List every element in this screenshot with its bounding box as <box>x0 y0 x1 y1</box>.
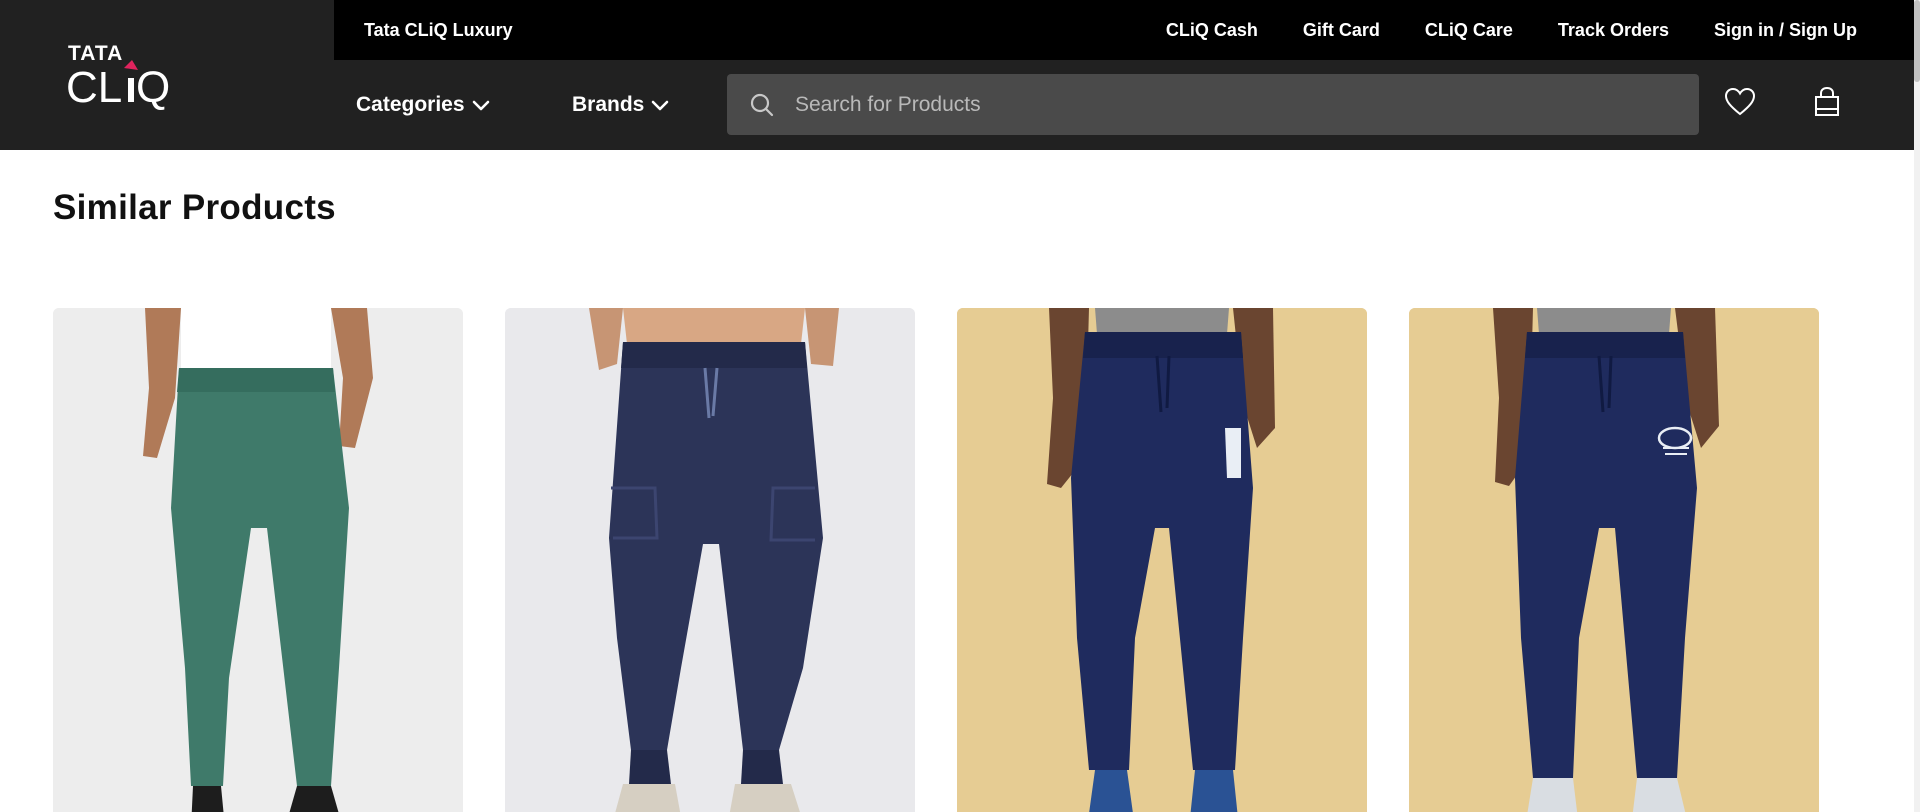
main-nav: Categories Brands <box>334 60 1914 150</box>
svg-text:TATA: TATA <box>68 42 123 65</box>
heart-icon <box>1724 87 1756 122</box>
categories-label: Categories <box>356 93 465 116</box>
product-card[interactable] <box>1409 308 1819 812</box>
cliq-care-link[interactable]: CLiQ Care <box>1425 0 1513 60</box>
track-orders-link[interactable]: Track Orders <box>1558 0 1669 60</box>
search-icon[interactable] <box>749 92 775 118</box>
svg-text:CL: CL <box>66 63 122 110</box>
utility-bar: Tata CLiQ Luxury CLiQ Cash Gift Card CLi… <box>334 0 1914 60</box>
search-input[interactable] <box>775 74 1699 135</box>
brands-dropdown[interactable]: Brands <box>572 60 670 150</box>
product-image-navy-joggers-print <box>957 308 1367 812</box>
section-title: Similar Products <box>53 188 336 227</box>
categories-dropdown[interactable]: Categories <box>356 60 491 150</box>
svg-text:Q: Q <box>136 63 170 110</box>
bag-button[interactable] <box>1807 84 1847 124</box>
product-card[interactable] <box>957 308 1367 812</box>
brands-label: Brands <box>572 93 645 116</box>
cliq-cash-link[interactable]: CLiQ Cash <box>1166 0 1258 60</box>
logo-area: TATA CL Q <box>0 0 334 150</box>
search-bar <box>727 74 1699 135</box>
chevron-down-icon <box>471 95 491 115</box>
shopping-bag-icon <box>1812 86 1842 123</box>
utility-links: CLiQ Cash Gift Card CLiQ Care Track Orde… <box>1166 0 1857 60</box>
product-image-green-track-pants <box>53 308 463 812</box>
gift-card-link[interactable]: Gift Card <box>1303 0 1380 60</box>
scrollbar-thumb[interactable] <box>1914 0 1920 82</box>
tata-cliq-luxury-link[interactable]: Tata CLiQ Luxury <box>364 0 513 60</box>
tata-cliq-logo[interactable]: TATA CL Q <box>66 40 186 110</box>
product-card[interactable] <box>505 308 915 812</box>
product-image-navy-joggers <box>505 308 915 812</box>
product-image-navy-joggers-logo <box>1409 308 1819 812</box>
product-card[interactable] <box>53 308 463 812</box>
chevron-down-icon <box>650 95 670 115</box>
page-scrollbar[interactable] <box>1914 0 1920 812</box>
wishlist-button[interactable] <box>1720 84 1760 124</box>
sign-in-link[interactable]: Sign in / Sign Up <box>1714 0 1857 60</box>
site-header: TATA CL Q Tata CLiQ Luxury CLiQ Cash Gif… <box>0 0 1914 150</box>
